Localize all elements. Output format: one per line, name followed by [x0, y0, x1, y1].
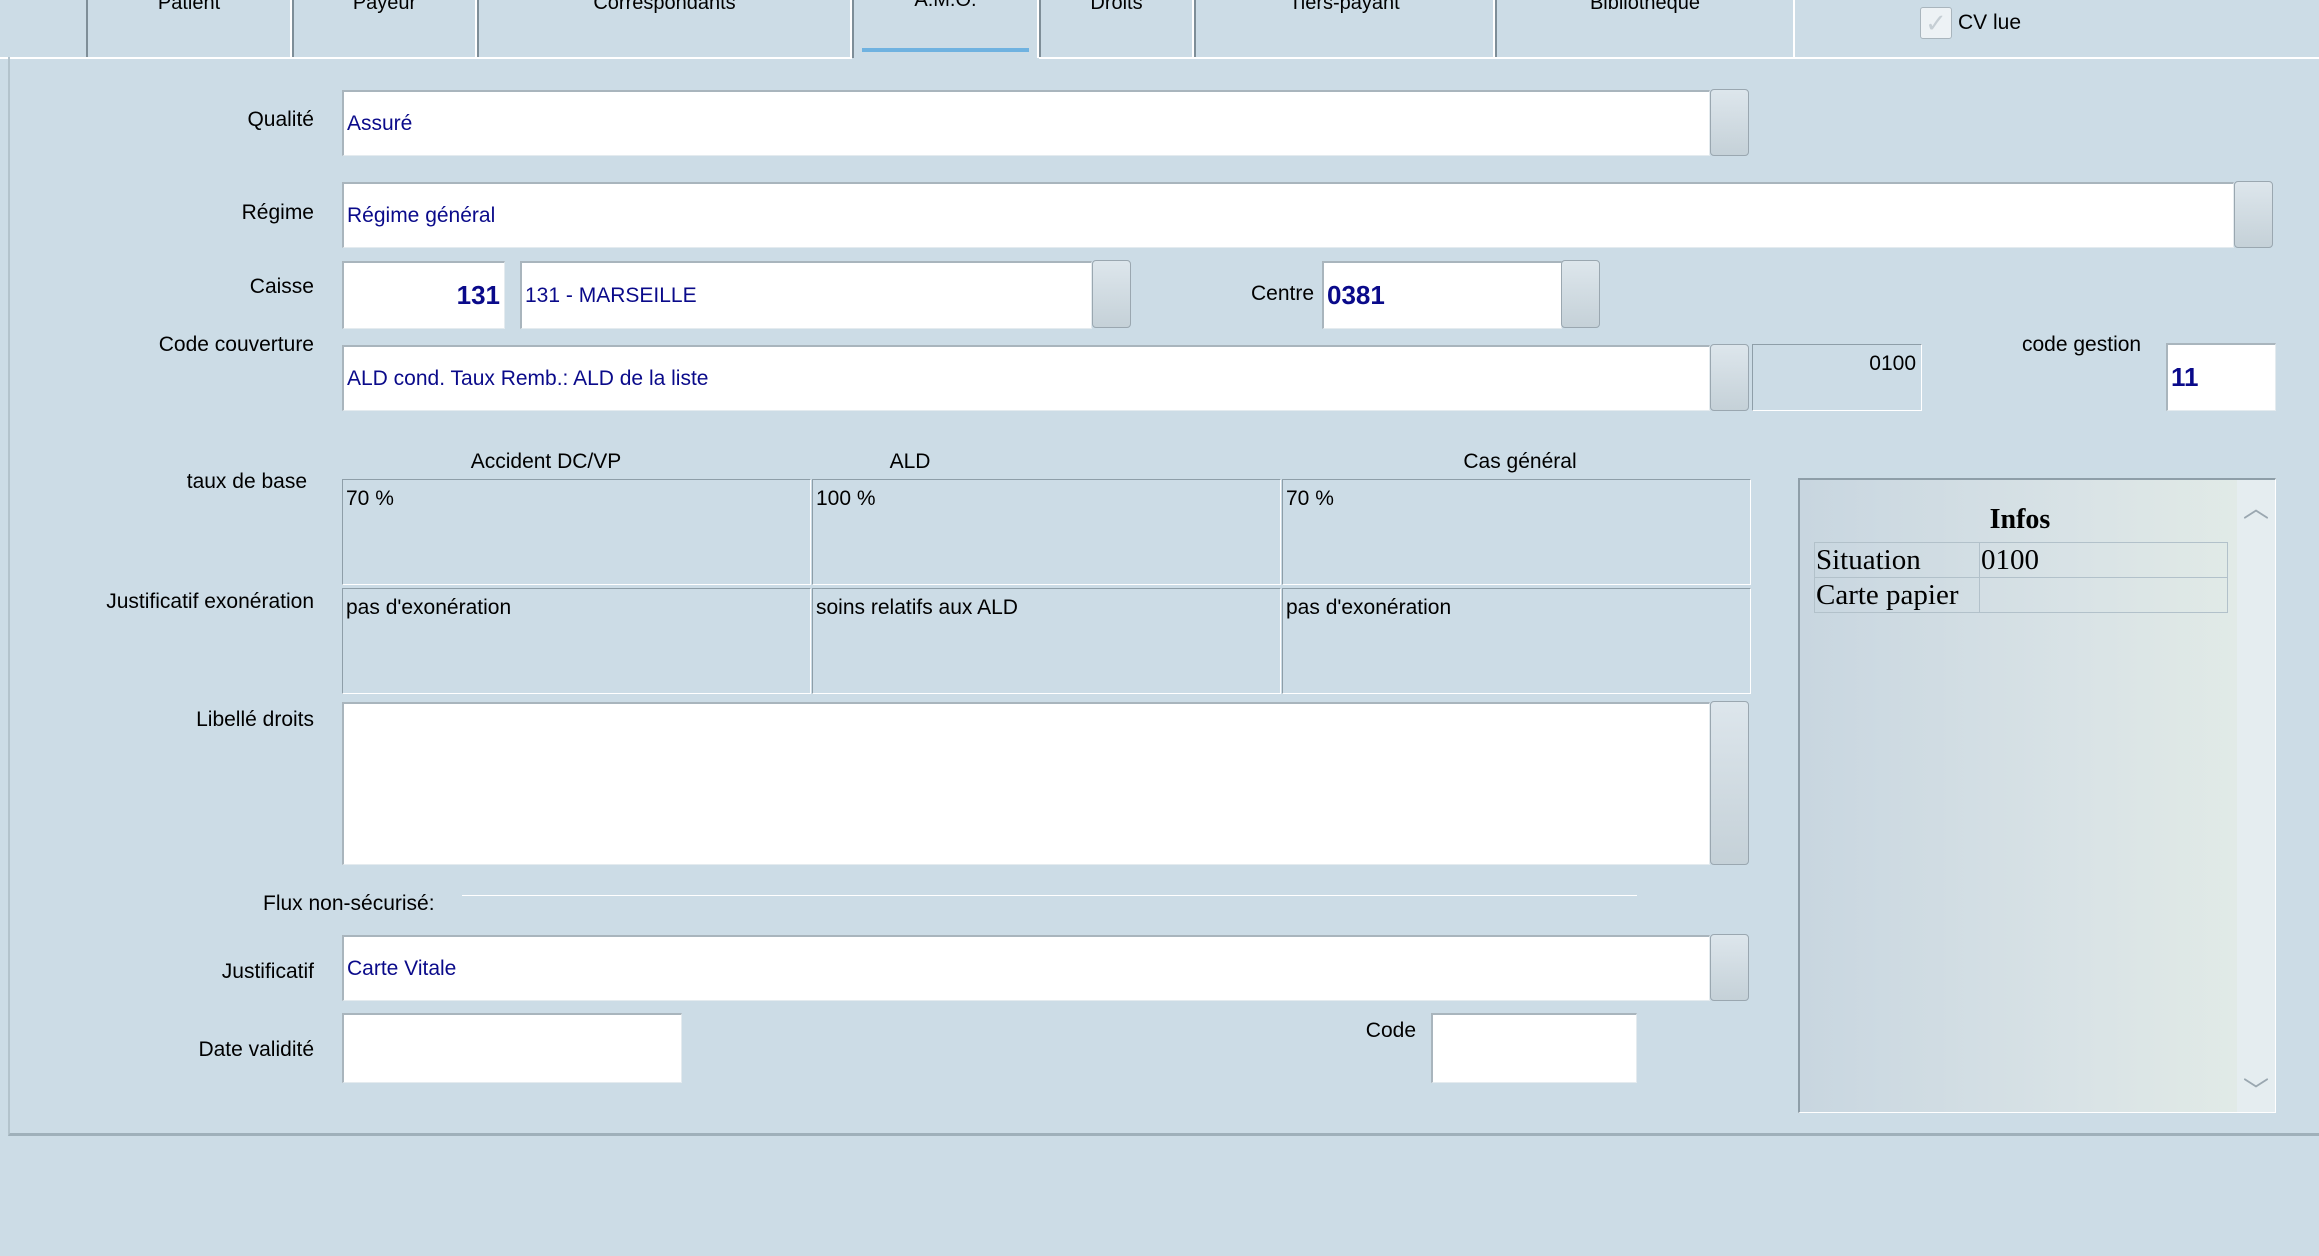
infos-title: Infos: [1989, 504, 2051, 535]
table-row: Situation 0100: [1814, 542, 2228, 578]
tab-patient[interactable]: Patient: [86, 0, 292, 58]
cv-lue-checkbox-group[interactable]: ✓ CV lue: [1920, 7, 2021, 39]
justificatif-field[interactable]: Carte Vitale: [342, 935, 1710, 1001]
infos-key-situation: Situation: [1814, 542, 1980, 578]
flux-non-securise-label: Flux non-sécurisé:: [263, 892, 435, 915]
column-header-cas-general: Cas général: [1463, 450, 1577, 473]
tab-amo[interactable]: A.M.O.: [852, 0, 1039, 58]
code-couverture-label: Code couverture: [158, 333, 314, 356]
code-gestion-label: code gestion: [2022, 333, 2142, 356]
code-couverture-code: 0100: [1752, 344, 1922, 411]
chevron-up-icon[interactable]: ︿: [2237, 488, 2275, 525]
centre-label: Centre: [1250, 282, 1314, 305]
cv-lue-label: CV lue: [1958, 11, 2022, 34]
checkmark-icon: ✓: [1925, 7, 1947, 38]
regime-field[interactable]: Régime général: [342, 182, 2234, 248]
infos-key-carte-papier: Carte papier: [1814, 577, 1980, 613]
infos-scrollbar[interactable]: ︿ ﹀: [2237, 480, 2275, 1112]
qualite-field[interactable]: Assuré: [342, 90, 1710, 156]
infos-value-carte-papier: [1979, 577, 2228, 613]
tab-tiers-payant[interactable]: Tiers-payant: [1194, 0, 1495, 58]
column-header-ald: ALD: [889, 450, 931, 473]
tab-payeur[interactable]: Payeur: [292, 0, 477, 58]
tab-correspondants[interactable]: Correspondants: [477, 0, 852, 58]
active-tab-indicator: [862, 48, 1029, 52]
qualite-label: Qualité: [247, 108, 314, 131]
code-field[interactable]: [1431, 1013, 1637, 1083]
caisse-code-field[interactable]: 131: [342, 261, 505, 329]
justificatif-label: Justificatif: [221, 960, 314, 983]
caisse-label: Caisse: [249, 275, 314, 298]
date-validite-label: Date validité: [198, 1038, 314, 1061]
qualite-select-button[interactable]: [1710, 89, 1749, 156]
caisse-select-button[interactable]: [1092, 260, 1131, 328]
table-row: Carte papier: [1814, 577, 2228, 613]
taux-accident-value: 70 %: [342, 479, 811, 585]
infos-value-situation: 0100: [1979, 542, 2228, 578]
caisse-name-field[interactable]: 131 - MARSEILLE: [520, 261, 1092, 329]
justificatif-select-button[interactable]: [1710, 934, 1749, 1001]
tab-bar: Patient Payeur Correspondants A.M.O. Dro…: [0, 0, 2319, 59]
libelle-droits-field[interactable]: [342, 702, 1710, 865]
regime-select-button[interactable]: [2234, 181, 2273, 248]
taux-cas-general-value: 70 %: [1282, 479, 1751, 585]
cv-lue-checkbox[interactable]: ✓: [1920, 7, 1952, 39]
exoneration-ald-value: soins relatifs aux ALD: [812, 588, 1281, 694]
chevron-down-icon[interactable]: ﹀: [2237, 1071, 2275, 1108]
exoneration-accident-value: pas d'exonération: [342, 588, 811, 694]
code-gestion-field[interactable]: 11: [2166, 343, 2276, 411]
date-validite-field[interactable]: [342, 1013, 682, 1083]
taux-de-base-label: taux de base: [186, 470, 307, 493]
libelle-droits-button[interactable]: [1710, 701, 1749, 865]
column-header-accident: Accident DC/VP: [470, 450, 622, 473]
taux-ald-value: 100 %: [812, 479, 1281, 585]
libelle-droits-label: Libellé droits: [196, 708, 314, 731]
code-couverture-field[interactable]: ALD cond. Taux Remb.: ALD de la liste: [342, 345, 1710, 411]
code-label: Code: [1365, 1019, 1416, 1042]
centre-select-button[interactable]: [1561, 260, 1600, 328]
tab-droits[interactable]: Droits: [1039, 0, 1194, 58]
flux-separator: [462, 895, 1637, 896]
tab-bibliotheque[interactable]: Bibliothèque: [1495, 0, 1795, 58]
code-couverture-select-button[interactable]: [1710, 344, 1749, 411]
exoneration-cas-general-value: pas d'exonération: [1282, 588, 1751, 694]
justificatif-exoneration-label: Justificatif exonération: [106, 590, 314, 613]
regime-label: Régime: [241, 201, 314, 224]
infos-panel: Infos Situation 0100 Carte papier ︿ ﹀: [1798, 478, 2276, 1113]
infos-table: Situation 0100 Carte papier: [1814, 542, 2228, 613]
centre-field[interactable]: 0381: [1322, 261, 1562, 329]
